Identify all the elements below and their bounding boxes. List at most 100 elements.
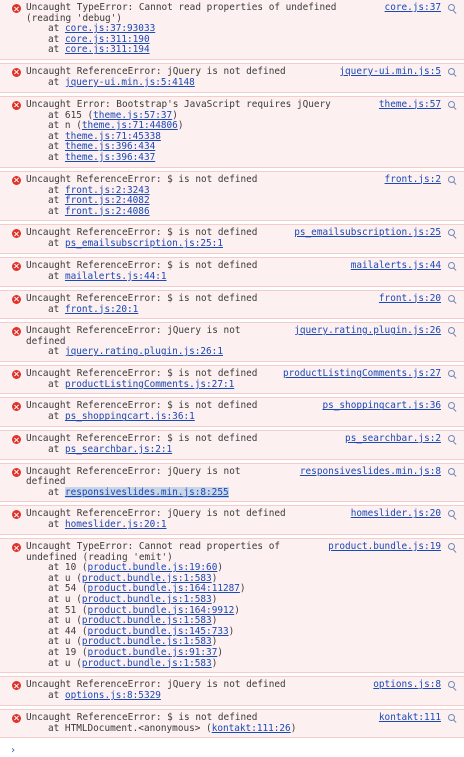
frame-link[interactable]: product.bundle.js:164:11287 [88, 583, 240, 595]
console-error-entry[interactable]: Uncaught ReferenceError: $ is not define… [0, 224, 464, 254]
frame-link[interactable]: ps_emailsubscription.js:25:1 [65, 238, 223, 250]
console-error-entry[interactable]: Uncaught ReferenceError: jQuery is not d… [0, 462, 464, 503]
frame-link[interactable]: jquery-ui.min.js:5:4148 [65, 77, 195, 88]
frame-link[interactable]: front.js:20:1 [65, 304, 138, 315]
frame-link[interactable]: options.js:8:5329 [65, 690, 161, 701]
frame-link[interactable]: jquery.rating.plugin.js:26:1 [65, 346, 223, 357]
frame-link[interactable]: ps_searchbar.js:2:1 [65, 444, 172, 455]
console-error-entry[interactable]: Uncaught ReferenceError: $ is not define… [0, 708, 464, 739]
frame-link[interactable]: homeslider.js:20:1 [65, 519, 167, 531]
console-error-entry[interactable]: Uncaught ReferenceError: $ is not define… [0, 170, 464, 222]
console-error-entry[interactable]: Uncaught ReferenceError: $ is not define… [0, 289, 464, 320]
error-message: Uncaught TypeError: Cannot read properti… [26, 541, 280, 563]
frame-prefix: at [48, 411, 65, 423]
frame-suffix: ) [177, 120, 184, 132]
frame-link[interactable]: core.js:311:194 [65, 44, 150, 56]
console-error-entry[interactable]: Uncaught ReferenceError: jQuery is not d… [0, 62, 464, 93]
search-icon[interactable] [445, 369, 458, 380]
frame-suffix: ) [172, 109, 178, 121]
frame-prefix: at 44 ( [48, 625, 88, 637]
source-link[interactable]: front.js:20 [379, 293, 441, 305]
frame-link[interactable]: theme.js:71:45338 [65, 131, 161, 142]
error-message: Uncaught ReferenceError: $ is not define… [26, 367, 258, 379]
error-message: Uncaught ReferenceError: $ is not define… [26, 227, 258, 239]
console-error-entry[interactable]: Uncaught ReferenceError: $ is not define… [0, 430, 464, 460]
search-icon[interactable] [445, 542, 458, 553]
console-error-entry[interactable]: Uncaught ReferenceError: jQuery is not d… [0, 676, 464, 706]
frame-link[interactable]: product.bundle.js:164:9912 [88, 605, 235, 616]
console-prompt[interactable]: › [0, 741, 464, 757]
frame-link[interactable]: core.js:37:93033 [65, 23, 155, 34]
console-error-entry[interactable]: Uncaught ReferenceError: jQuery is not d… [0, 322, 464, 362]
frame-link[interactable]: front.js:2:4086 [65, 206, 150, 217]
frame-link[interactable]: front.js:2:4082 [65, 195, 150, 206]
frame-link[interactable]: mailalerts.js:44:1 [65, 271, 167, 282]
source-link[interactable]: ps_shoppingcart.js:36 [322, 401, 441, 412]
source-link[interactable]: product.bundle.js:19 [328, 541, 441, 553]
frame-link[interactable]: theme.js:396:434 [65, 141, 155, 153]
frame-link[interactable]: product.bundle.js:1:583 [82, 615, 212, 626]
frame-link[interactable]: kontakt:111:26 [212, 723, 291, 734]
search-icon[interactable] [445, 228, 458, 239]
source-link[interactable]: theme.js:57 [379, 99, 441, 111]
frame-link[interactable]: theme.js:71:44806 [82, 120, 178, 131]
search-icon[interactable] [445, 434, 458, 445]
frame-link[interactable]: theme.js:396:437 [65, 152, 155, 163]
frame-prefix: at [48, 690, 65, 702]
console-error-entry[interactable]: Uncaught TypeError: Cannot read properti… [0, 538, 464, 674]
frame-link[interactable]: product.bundle.js:1:583 [82, 594, 212, 605]
stack-frame: at options.js:8:5329 [48, 690, 464, 702]
console-error-entry[interactable]: Uncaught ReferenceError: $ is not define… [0, 364, 464, 395]
source-link[interactable]: homeslider.js:20 [351, 509, 441, 520]
search-icon[interactable] [445, 294, 458, 305]
frame-link[interactable]: ps_shoppingcart.js:36:1 [65, 411, 195, 423]
console-error-entry[interactable]: Uncaught ReferenceError: jQuery is not d… [0, 505, 464, 536]
frame-prefix: at 615 ( [48, 109, 94, 121]
source-link[interactable]: mailalerts.js:44 [351, 260, 441, 272]
console-error-entry[interactable]: Uncaught Error: Bootstrap's JavaScript r… [0, 95, 464, 168]
source-link[interactable]: responsiveslides.min.js:8 [300, 466, 441, 478]
frame-prefix: at [48, 270, 65, 282]
source-link[interactable]: front.js:2 [385, 174, 441, 186]
search-icon[interactable] [445, 467, 458, 478]
source-link[interactable]: ps_emailsubscription.js:25 [294, 228, 441, 239]
stack-frame: at mailalerts.js:44:1 [48, 270, 464, 283]
search-icon[interactable] [445, 509, 458, 520]
console-error-entry[interactable]: Uncaught TypeError: Cannot read properti… [0, 0, 464, 60]
source-link[interactable]: core.js:37 [385, 2, 441, 14]
search-icon[interactable] [445, 713, 458, 724]
search-icon[interactable] [445, 401, 458, 412]
frame-link[interactable]: product.bundle.js:91:37 [88, 647, 218, 658]
frame-link[interactable]: product.bundle.js:1:583 [82, 658, 212, 669]
search-icon[interactable] [445, 3, 458, 14]
frame-link[interactable]: front.js:2:3243 [65, 185, 150, 196]
stack-trace: at ps_emailsubscription.js:25:1 [0, 239, 464, 250]
frame-link[interactable]: product.bundle.js:1:583 [82, 573, 212, 584]
frame-link[interactable]: productListingComments.js:27:1 [65, 379, 234, 390]
error-icon [12, 467, 21, 477]
frame-link[interactable]: responsiveslides.min.js:8:255 [64, 486, 229, 498]
search-icon[interactable] [445, 326, 458, 337]
frame-link[interactable]: theme.js:57:37 [93, 110, 172, 121]
error-icon [12, 543, 21, 553]
frame-link[interactable]: product.bundle.js:19:60 [88, 562, 218, 573]
frame-link[interactable]: product.bundle.js:145:733 [88, 626, 229, 637]
search-icon[interactable] [445, 261, 458, 272]
source-link[interactable]: jquery-ui.min.js:5 [339, 66, 441, 78]
source-link[interactable]: kontakt:111 [379, 712, 441, 724]
error-icon [12, 4, 21, 13]
frame-link[interactable]: product.bundle.js:1:583 [82, 636, 212, 648]
source-link[interactable]: ps_searchbar.js:2 [345, 433, 441, 445]
source-link[interactable]: options.js:8 [373, 680, 441, 691]
search-icon[interactable] [445, 100, 458, 111]
search-icon[interactable] [445, 680, 458, 691]
console-error-entry[interactable]: Uncaught ReferenceError: $ is not define… [0, 397, 464, 428]
search-icon[interactable] [445, 67, 458, 78]
console-error-entry[interactable]: Uncaught ReferenceError: $ is not define… [0, 256, 464, 287]
source-link[interactable]: jquery.rating.plugin.js:26 [294, 325, 441, 337]
frame-prefix: at n ( [48, 120, 82, 132]
frame-link[interactable]: core.js:311:190 [65, 34, 150, 45]
search-icon[interactable] [445, 175, 458, 186]
source-link[interactable]: productListingComments.js:27 [283, 368, 441, 380]
stack-frame: at theme.js:396:437 [48, 152, 464, 164]
